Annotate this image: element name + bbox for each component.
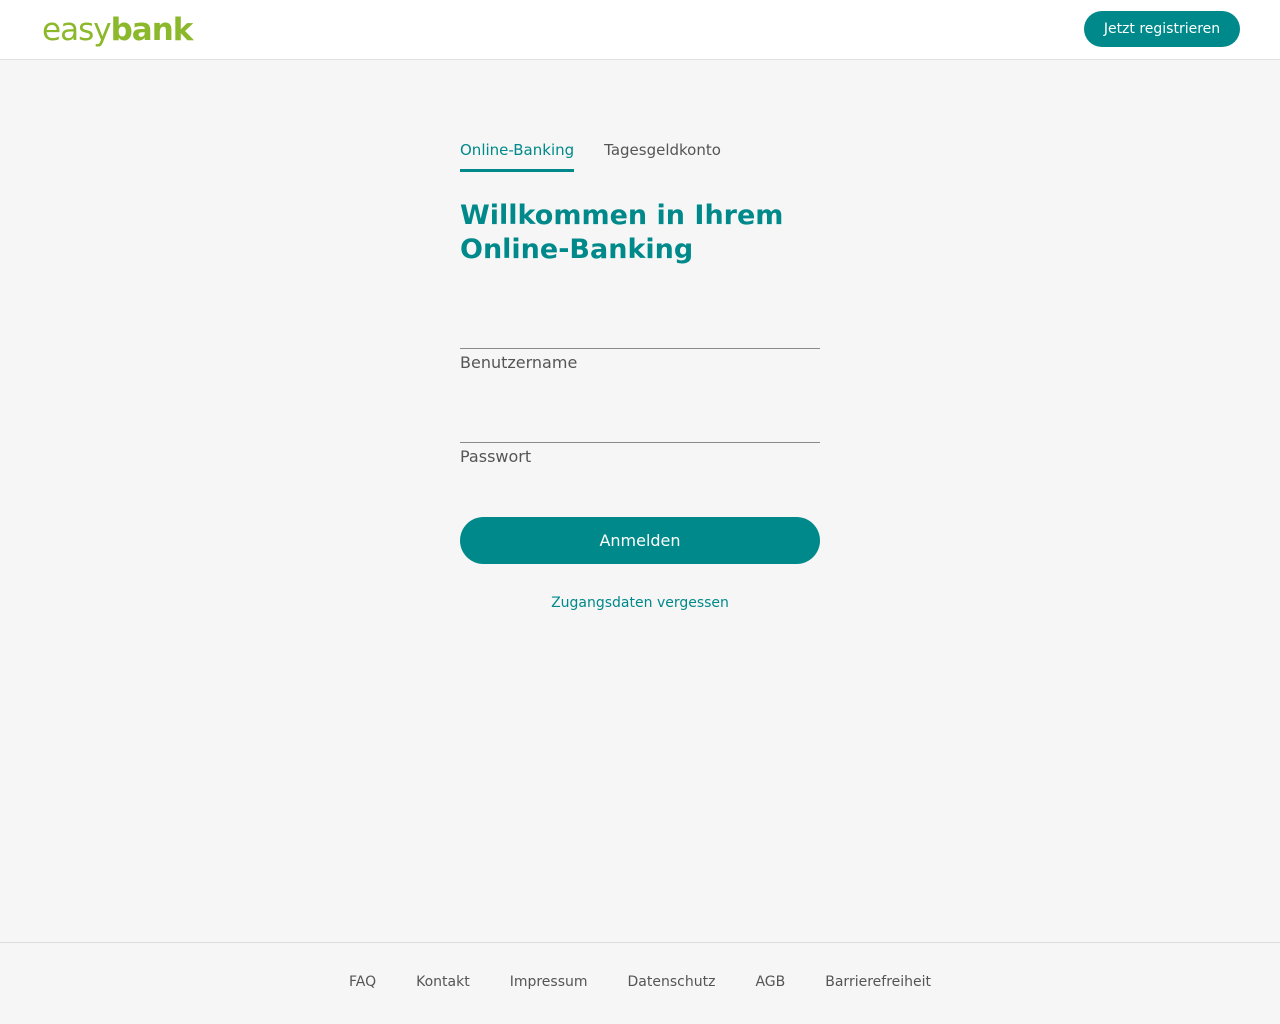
username-input-underline[interactable] [460, 348, 820, 349]
footer-link-agb[interactable]: AGB [755, 974, 785, 990]
page-title: Willkommen in Ihrem Online-Banking [460, 199, 820, 267]
login-button[interactable]: Anmelden [460, 517, 820, 564]
tab-tagesgeldkonto[interactable]: Tagesgeldkonto [604, 140, 721, 172]
footer-link-impressum[interactable]: Impressum [510, 974, 588, 990]
register-button[interactable]: Jetzt registrieren [1084, 11, 1240, 47]
password-field[interactable]: Passwort [460, 442, 820, 468]
top-header: easybank Jetzt registrieren [0, 0, 1280, 60]
footer-link-faq[interactable]: FAQ [349, 974, 376, 990]
page-footer: FAQ Kontakt Impressum Datenschutz AGB Ba… [0, 942, 1280, 1024]
logo-text-light: easy [42, 12, 112, 48]
easybank-logo[interactable]: easybank [42, 11, 194, 49]
footer-link-barrierefreiheit[interactable]: Barrierefreiheit [825, 974, 931, 990]
login-tabs: Online-Banking Tagesgeldkonto [460, 140, 751, 172]
forgot-credentials-link[interactable]: Zugangsdaten vergessen [460, 595, 820, 611]
title-line-2: Online-Banking [460, 234, 694, 265]
logo-text-bold: bank [110, 12, 194, 48]
password-input-underline[interactable] [460, 442, 820, 443]
tab-online-banking[interactable]: Online-Banking [460, 140, 575, 172]
username-field[interactable]: Benutzername [460, 348, 820, 374]
password-label: Passwort [460, 447, 532, 466]
footer-link-datenschutz[interactable]: Datenschutz [628, 974, 716, 990]
footer-link-kontakt[interactable]: Kontakt [416, 974, 470, 990]
footer-links: FAQ Kontakt Impressum Datenschutz AGB Ba… [0, 974, 1280, 990]
title-line-1: Willkommen in Ihrem [460, 200, 784, 231]
username-label: Benutzername [460, 353, 578, 372]
